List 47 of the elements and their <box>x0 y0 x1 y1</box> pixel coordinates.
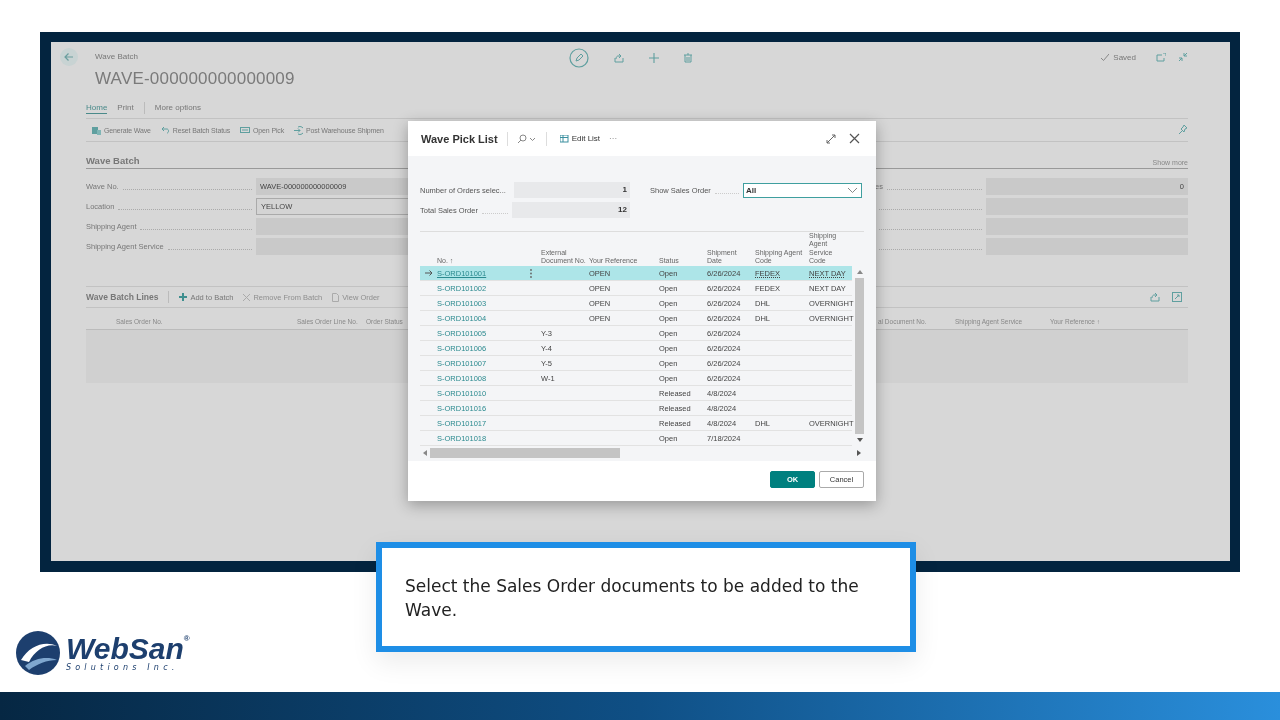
close-icon <box>243 293 251 301</box>
edit-list-icon <box>559 134 569 143</box>
arrow-icon <box>425 270 433 276</box>
plus-icon <box>179 293 188 301</box>
document-icon <box>332 292 340 302</box>
chevron-icon <box>848 187 857 193</box>
section-title: Wave Batch Lines <box>86 292 159 302</box>
plus-icon[interactable] <box>649 53 659 63</box>
tab[interactable]: Home <box>86 102 108 114</box>
registered-mark: ® <box>183 634 190 643</box>
scroll-left-icon[interactable] <box>423 450 427 456</box>
record-title: WAVE-000000000000009 <box>95 69 296 89</box>
post-icon <box>294 125 303 135</box>
edit-icon[interactable] <box>569 48 589 68</box>
edit-list-button[interactable]: Edit List <box>555 134 601 143</box>
logo-tagline: Solutions Inc. <box>66 663 180 672</box>
undo-icon <box>160 126 170 134</box>
logo-icon <box>15 630 61 676</box>
share-icon[interactable] <box>614 53 624 63</box>
more-button[interactable]: ··· <box>609 134 618 143</box>
generate-icon <box>92 125 101 135</box>
back-button[interactable] <box>60 48 78 66</box>
check-icon <box>1101 53 1110 61</box>
back-arrow-icon <box>64 52 74 62</box>
tab[interactable]: Print <box>117 103 134 113</box>
logo-wordmark: WebSan <box>66 634 184 664</box>
pin-icon[interactable] <box>1178 125 1188 135</box>
scroll-up-icon[interactable] <box>856 270 863 274</box>
value-field: 1 <box>513 182 630 198</box>
dialog-title: Wave Pick List <box>421 132 498 145</box>
expand-icon[interactable] <box>826 133 836 144</box>
caption-text: Select the Sales Order documents to be added to the Wave. <box>405 576 859 620</box>
section-title: Wave Batch <box>86 155 140 166</box>
share-icon[interactable] <box>1150 292 1160 302</box>
tab[interactable]: More options <box>154 103 202 113</box>
value-field: 12 <box>512 202 630 218</box>
dropdown[interactable]: All <box>743 182 862 198</box>
search-icon[interactable] <box>516 133 537 144</box>
scroll-down-icon[interactable] <box>856 438 863 442</box>
close-icon[interactable] <box>849 133 860 144</box>
list-icon <box>240 127 251 133</box>
scroll-right-icon[interactable] <box>857 450 861 456</box>
collapse-icon[interactable] <box>1178 52 1188 62</box>
trash-icon[interactable] <box>684 53 692 63</box>
breadcrumb: Wave Batch <box>95 52 139 61</box>
saved-status: Saved <box>1113 52 1136 62</box>
popout-icon[interactable] <box>1156 52 1166 62</box>
